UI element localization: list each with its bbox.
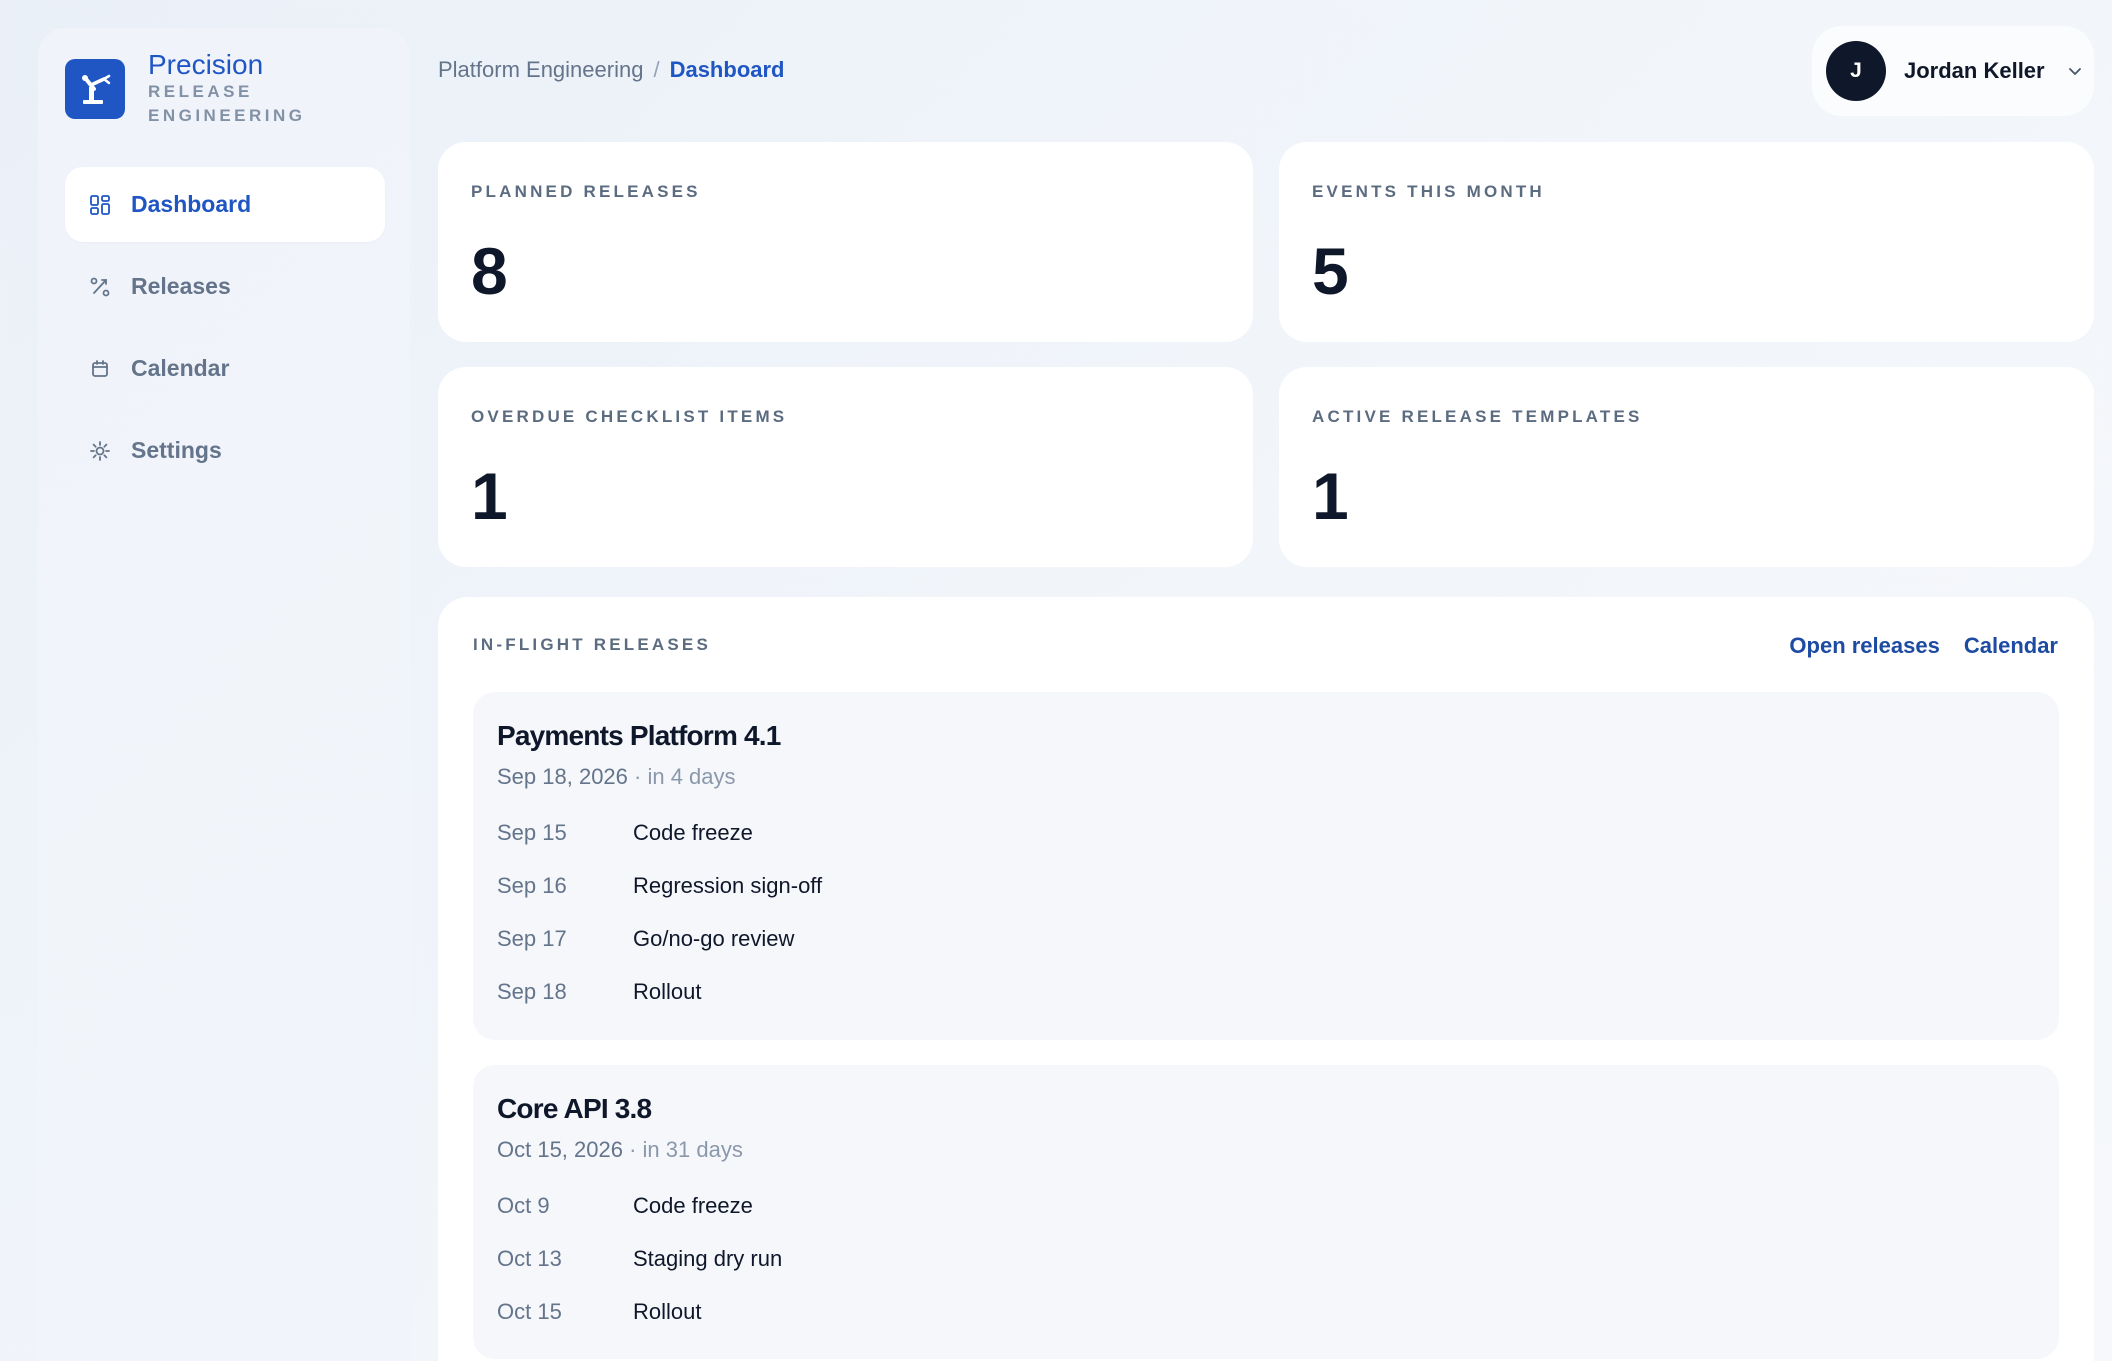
milestone-name: Regression sign-off: [633, 872, 823, 898]
milestone-list: Oct 9 Code freeze Oct 13 Staging dry run…: [497, 1179, 2059, 1338]
sidebar-item-label: Dashboard: [131, 191, 252, 217]
sidebar-item-settings[interactable]: Settings: [65, 413, 385, 488]
milestone-row: Oct 9 Code freeze: [497, 1179, 2059, 1232]
release-date: Oct 15, 2026 · in 31 days: [497, 1137, 2059, 1163]
stat-value: 1: [471, 459, 508, 533]
milestone-row: Sep 17 Go/no-go review: [497, 912, 2059, 965]
releases-path-icon: [89, 276, 111, 298]
milestone-date: Sep 16: [497, 872, 567, 898]
sidebar-nav: Dashboard Releases Calendar Settings: [65, 167, 385, 495]
breadcrumb-parent-link[interactable]: Platform Engineering: [438, 57, 643, 82]
release-name: Payments Platform 4.1: [497, 720, 781, 751]
robot-arm-icon: [65, 59, 125, 119]
user-name: Jordan Keller: [1904, 58, 2045, 83]
stat-label: PLANNED RELEASES: [471, 182, 701, 201]
milestone-row: Sep 15 Code freeze: [497, 806, 2059, 859]
release-relative-time: · in 4 days: [627, 764, 736, 789]
sidebar-item-calendar[interactable]: Calendar: [65, 331, 385, 406]
milestone-name: Staging dry run: [633, 1245, 783, 1271]
chevron-down-icon: [2067, 62, 2085, 80]
release-name: Core API 3.8: [497, 1093, 652, 1124]
dashboard-grid-icon: [89, 194, 111, 216]
breadcrumb-current: Dashboard: [669, 57, 785, 82]
calendar-icon: [89, 358, 111, 380]
calendar-link[interactable]: Calendar: [1964, 633, 2058, 659]
sidebar-item-releases[interactable]: Releases: [65, 249, 385, 324]
sidebar-item-label: Releases: [131, 273, 231, 299]
brand-subtitle: RELEASE ENGINEERING: [148, 82, 306, 125]
stat-label: ACTIVE RELEASE TEMPLATES: [1312, 407, 1643, 426]
release-date-value: Oct 15, 2026: [497, 1137, 623, 1162]
panel-links: Open releases Calendar: [1789, 633, 2058, 659]
breadcrumb-separator: /: [653, 57, 660, 82]
milestone-name: Rollout: [633, 1298, 702, 1324]
stat-card-planned-releases: PLANNED RELEASES 8: [438, 142, 1253, 342]
milestone-date: Oct 13: [497, 1245, 562, 1271]
brand-name: Precision: [148, 49, 264, 80]
milestone-name: Rollout: [633, 978, 702, 1004]
milestone-date: Sep 17: [497, 925, 567, 951]
stat-label: EVENTS THIS MONTH: [1312, 182, 1545, 201]
milestone-row: Sep 18 Rollout: [497, 965, 2059, 1018]
user-menu-button[interactable]: J Jordan Keller: [1812, 26, 2094, 116]
release-date: Sep 18, 2026 · in 4 days: [497, 764, 2059, 790]
release-relative-time: · in 31 days: [622, 1137, 743, 1162]
milestone-row: Sep 16 Regression sign-off: [497, 859, 2059, 912]
milestone-name: Code freeze: [633, 1192, 753, 1218]
stat-value: 1: [1312, 459, 1349, 533]
milestone-row: Oct 13 Staging dry run: [497, 1232, 2059, 1285]
milestone-name: Go/no-go review: [633, 925, 795, 951]
stat-card-events-this-month: EVENTS THIS MONTH 5: [1279, 142, 2094, 342]
milestone-list: Sep 15 Code freeze Sep 16 Regression sig…: [497, 806, 2059, 1018]
breadcrumb: Platform Engineering / Dashboard: [438, 57, 785, 83]
brand[interactable]: Precision RELEASE ENGINEERING: [65, 50, 318, 128]
gear-icon: [89, 440, 111, 462]
stat-value: 5: [1312, 234, 1349, 308]
inflight-releases-panel: IN-FLIGHT RELEASES Open releases Calenda…: [438, 597, 2094, 1361]
stat-card-overdue-checklist-items: OVERDUE CHECKLIST ITEMS 1: [438, 367, 1253, 567]
milestone-date: Sep 18: [497, 978, 567, 1004]
sidebar-item-label: Calendar: [131, 355, 230, 381]
sidebar-item-label: Settings: [131, 437, 222, 463]
avatar: J: [1826, 41, 1886, 101]
stat-value: 8: [471, 234, 508, 308]
release-card-payments-platform[interactable]: Payments Platform 4.1 Sep 18, 2026 · in …: [473, 692, 2059, 1040]
milestone-name: Code freeze: [633, 819, 753, 845]
milestone-date: Oct 9: [497, 1192, 550, 1218]
sidebar: Precision RELEASE ENGINEERING Dashboard: [38, 28, 410, 1361]
stat-label: OVERDUE CHECKLIST ITEMS: [471, 407, 788, 426]
open-releases-link[interactable]: Open releases: [1789, 633, 1939, 659]
release-card-core-api[interactable]: Core API 3.8 Oct 15, 2026 · in 31 days O…: [473, 1065, 2059, 1359]
milestone-date: Oct 15: [497, 1298, 562, 1324]
stat-card-active-release-templates: ACTIVE RELEASE TEMPLATES 1: [1279, 367, 2094, 567]
milestone-date: Sep 15: [497, 819, 567, 845]
panel-title: IN-FLIGHT RELEASES: [473, 635, 711, 654]
release-date-value: Sep 18, 2026: [497, 764, 628, 789]
sidebar-item-dashboard[interactable]: Dashboard: [65, 167, 385, 242]
milestone-row: Oct 15 Rollout: [497, 1285, 2059, 1338]
